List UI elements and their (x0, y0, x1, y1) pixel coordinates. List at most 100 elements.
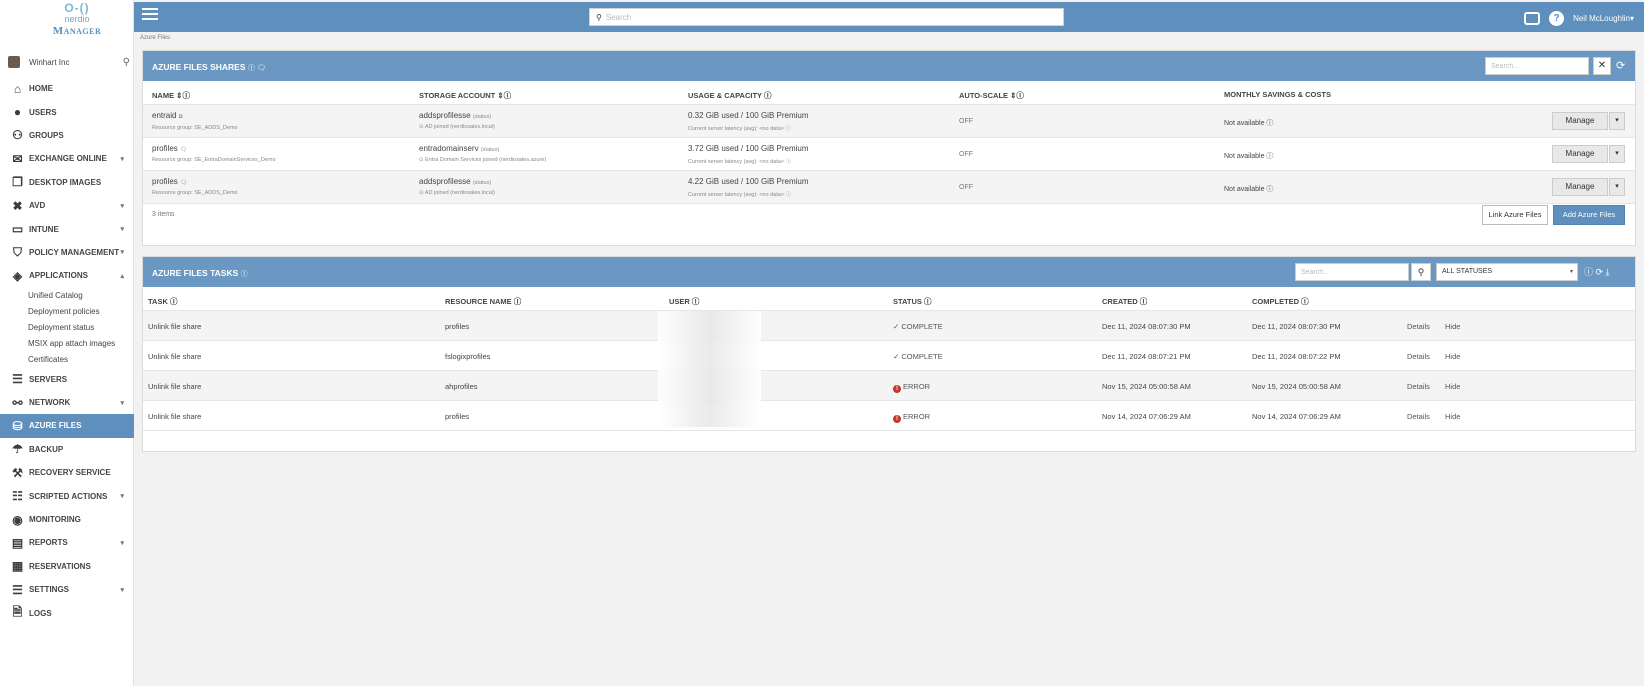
sidebar-item-users[interactable]: ● USERS (0, 100, 134, 123)
sidebar-item-recovery-service[interactable]: ⚒ RECOVERY SERVICE (0, 461, 134, 484)
sidebar-item-reports[interactable]: ▤ REPORTS ▾ (0, 531, 134, 554)
global-search-input[interactable] (605, 12, 1063, 22)
chevron-down-icon: ▾ (120, 202, 124, 210)
user-icon: ● (13, 105, 22, 120)
link-azure-files-button[interactable]: Link Azure Files (1482, 205, 1548, 225)
nerdio-logo[interactable]: O-() nerdio Manager (0, 2, 134, 46)
comment-icon[interactable]: 🗨 (180, 147, 187, 153)
status-badge: ! ERROR (893, 382, 930, 393)
sidebar-item-reservations[interactable]: ▦ RESERVATIONS (0, 555, 134, 578)
hide-link[interactable]: Hide (1445, 352, 1460, 361)
status-badge: ✓ COMPLETE (893, 352, 943, 361)
storage-account[interactable]: entradomainserv (419, 144, 479, 153)
chevron-down-icon: ▾ (120, 399, 124, 407)
sidebar-nav: ⌂ HOME ● USERS ⚇ GROUPS ✉ EXCHANGE ONLINE ▾ ❐… (0, 77, 134, 625)
table-row: Unlink file share ahprofiles ! ERROR Nov … (143, 371, 1635, 401)
tasks-search-input[interactable] (1301, 268, 1408, 276)
search-icon[interactable]: ⚲ (1411, 263, 1431, 281)
share-name-link[interactable]: entraid (152, 111, 176, 120)
table-row: Unlink file share fslogixprofiles ✓ COMP… (143, 341, 1635, 371)
close-icon[interactable]: ✕ (1593, 57, 1611, 75)
sidebar-subitem-certificates[interactable]: Certificates (0, 352, 134, 368)
tenant-search-icon[interactable]: ⚲ (123, 57, 130, 68)
refresh-icon[interactable]: ⟳ (1616, 59, 1625, 72)
chevron-down-icon: ▾ (120, 586, 124, 594)
sidebar-item-backup[interactable]: ☂ BACKUP (0, 438, 134, 461)
col-name[interactable]: NAME ⇕ⓘ (152, 90, 190, 101)
sidebar-item-monitoring[interactable]: ◉ MONITORING (0, 508, 134, 531)
sidebar-subitem-msix[interactable]: MSIX app attach images (0, 336, 134, 352)
tenant-icon (8, 56, 20, 68)
items-count: 3 items (152, 211, 175, 218)
storage-account[interactable]: addsprofilesse (419, 177, 471, 186)
sidebar-subitem-deployment-policies[interactable]: Deployment policies (0, 304, 134, 320)
list-icon: ☷ (12, 489, 23, 504)
menu-toggle-icon[interactable] (142, 8, 158, 22)
status-link[interactable]: (status) (473, 114, 491, 120)
col-autoscale[interactable]: AUTO-SCALE ⇕ⓘ (959, 90, 1024, 101)
manage-dropdown-icon[interactable]: ▾ (1609, 112, 1625, 130)
devices-icon: ▭ (11, 222, 24, 237)
comment-icon[interactable]: 🗨 (180, 180, 187, 186)
status-filter-select[interactable]: ALL STATUSES ▾ (1436, 263, 1578, 281)
sidebar-item-azure-files[interactable]: ⛁ AZURE FILES (0, 414, 134, 438)
help-icon[interactable]: ? (1549, 10, 1565, 26)
completed-time: Dec 11, 2024 08:07:30 PM (1252, 322, 1341, 331)
sidebar-item-home[interactable]: ⌂ HOME (0, 77, 134, 100)
sidebar-item-desktop-images[interactable]: ❐ DESKTOP IMAGES (0, 171, 134, 194)
details-link[interactable]: Details (1407, 322, 1430, 331)
share-name-link[interactable]: profiles (152, 144, 178, 153)
storage-account[interactable]: addsprofilesse (419, 111, 471, 120)
col-storage-account[interactable]: STORAGE ACCOUNT ⇕ⓘ (419, 90, 511, 101)
user-menu[interactable]: Neil McLoughlin▾ (1573, 14, 1634, 23)
sidebar-item-exchange-online[interactable]: ✉ EXCHANGE ONLINE ▾ (0, 147, 134, 170)
sidebar-item-policy-management[interactable]: ⛉ POLICY MANAGEMENT ▾ (0, 241, 134, 264)
refresh-download-icon[interactable]: ⓘ ⟳ ⤓ (1584, 265, 1610, 278)
network-icon: ⚯ (12, 395, 23, 410)
resource-name: ahprofiles (445, 382, 478, 391)
sidebar-item-settings[interactable]: ☰ SETTINGS ▾ (0, 578, 134, 601)
copy-icon[interactable]: ⧉ (179, 114, 183, 120)
tenant-selector[interactable]: Winhart Inc ⚲ (8, 52, 130, 72)
database-icon: ⛁ (12, 418, 23, 433)
shares-panel-header: AZURE FILES SHARES ⓘ 🗨 ✕ ⟳ (143, 51, 1635, 81)
azure-files-shares-panel: AZURE FILES SHARES ⓘ 🗨 ✕ ⟳ NAME ⇕ⓘ STORA… (142, 50, 1636, 246)
resource-group: Resource group: SE_EntraDomainServices_D… (152, 157, 276, 163)
shares-search[interactable] (1485, 57, 1589, 75)
info-icon[interactable]: ⓘ (241, 271, 248, 278)
sidebar-item-scripted-actions[interactable]: ☷ SCRIPTED ACTIONS ▾ (0, 484, 134, 507)
sidebar-item-logs[interactable]: 🗎 LOGS (0, 601, 134, 624)
sidebar-subitem-deployment-status[interactable]: Deployment status (0, 320, 134, 336)
sidebar-subitem-unified-catalog[interactable]: Unified Catalog (0, 288, 134, 304)
sidebar-item-applications[interactable]: ◈ APPLICATIONS ▴ (0, 264, 134, 287)
details-link[interactable]: Details (1407, 412, 1430, 421)
manage-dropdown-icon[interactable]: ▾ (1609, 145, 1625, 163)
chevron-down-icon: ▾ (120, 249, 124, 257)
manage-dropdown-icon[interactable]: ▾ (1609, 178, 1625, 196)
chat-icon[interactable] (1524, 11, 1541, 25)
hide-link[interactable]: Hide (1445, 382, 1460, 391)
manage-button[interactable]: Manage (1552, 178, 1608, 196)
hide-link[interactable]: Hide (1445, 322, 1460, 331)
manage-button[interactable]: Manage (1552, 112, 1608, 130)
sidebar-item-avd[interactable]: ✖ AVD ▾ (0, 194, 134, 217)
share-name-link[interactable]: profiles (152, 177, 178, 186)
info-icon[interactable]: ⓘ 🗨 (248, 65, 266, 72)
details-link[interactable]: Details (1407, 382, 1430, 391)
add-azure-files-button[interactable]: Add Azure Files (1553, 205, 1625, 225)
sidebar-item-network[interactable]: ⚯ NETWORK ▾ (0, 391, 134, 414)
sidebar-item-intune[interactable]: ▭ INTUNE ▾ (0, 217, 134, 240)
status-link[interactable]: (status) (473, 180, 491, 186)
tasks-search[interactable] (1295, 263, 1409, 281)
hide-link[interactable]: Hide (1445, 412, 1460, 421)
table-row: Unlink file share profiles ! ERROR Nov 14… (143, 401, 1635, 431)
manage-button[interactable]: Manage (1552, 145, 1608, 163)
resource-group: Resource group: SE_ADDS_Demo (152, 190, 238, 196)
global-search[interactable]: ⚲ (589, 8, 1064, 26)
shares-search-input[interactable] (1491, 62, 1588, 70)
sidebar-item-groups[interactable]: ⚇ GROUPS (0, 124, 134, 147)
sidebar-item-servers[interactable]: ☰ SERVERS (0, 368, 134, 391)
details-link[interactable]: Details (1407, 352, 1430, 361)
chevron-down-icon: ▾ (120, 155, 124, 163)
status-link[interactable]: (status) (481, 147, 499, 153)
